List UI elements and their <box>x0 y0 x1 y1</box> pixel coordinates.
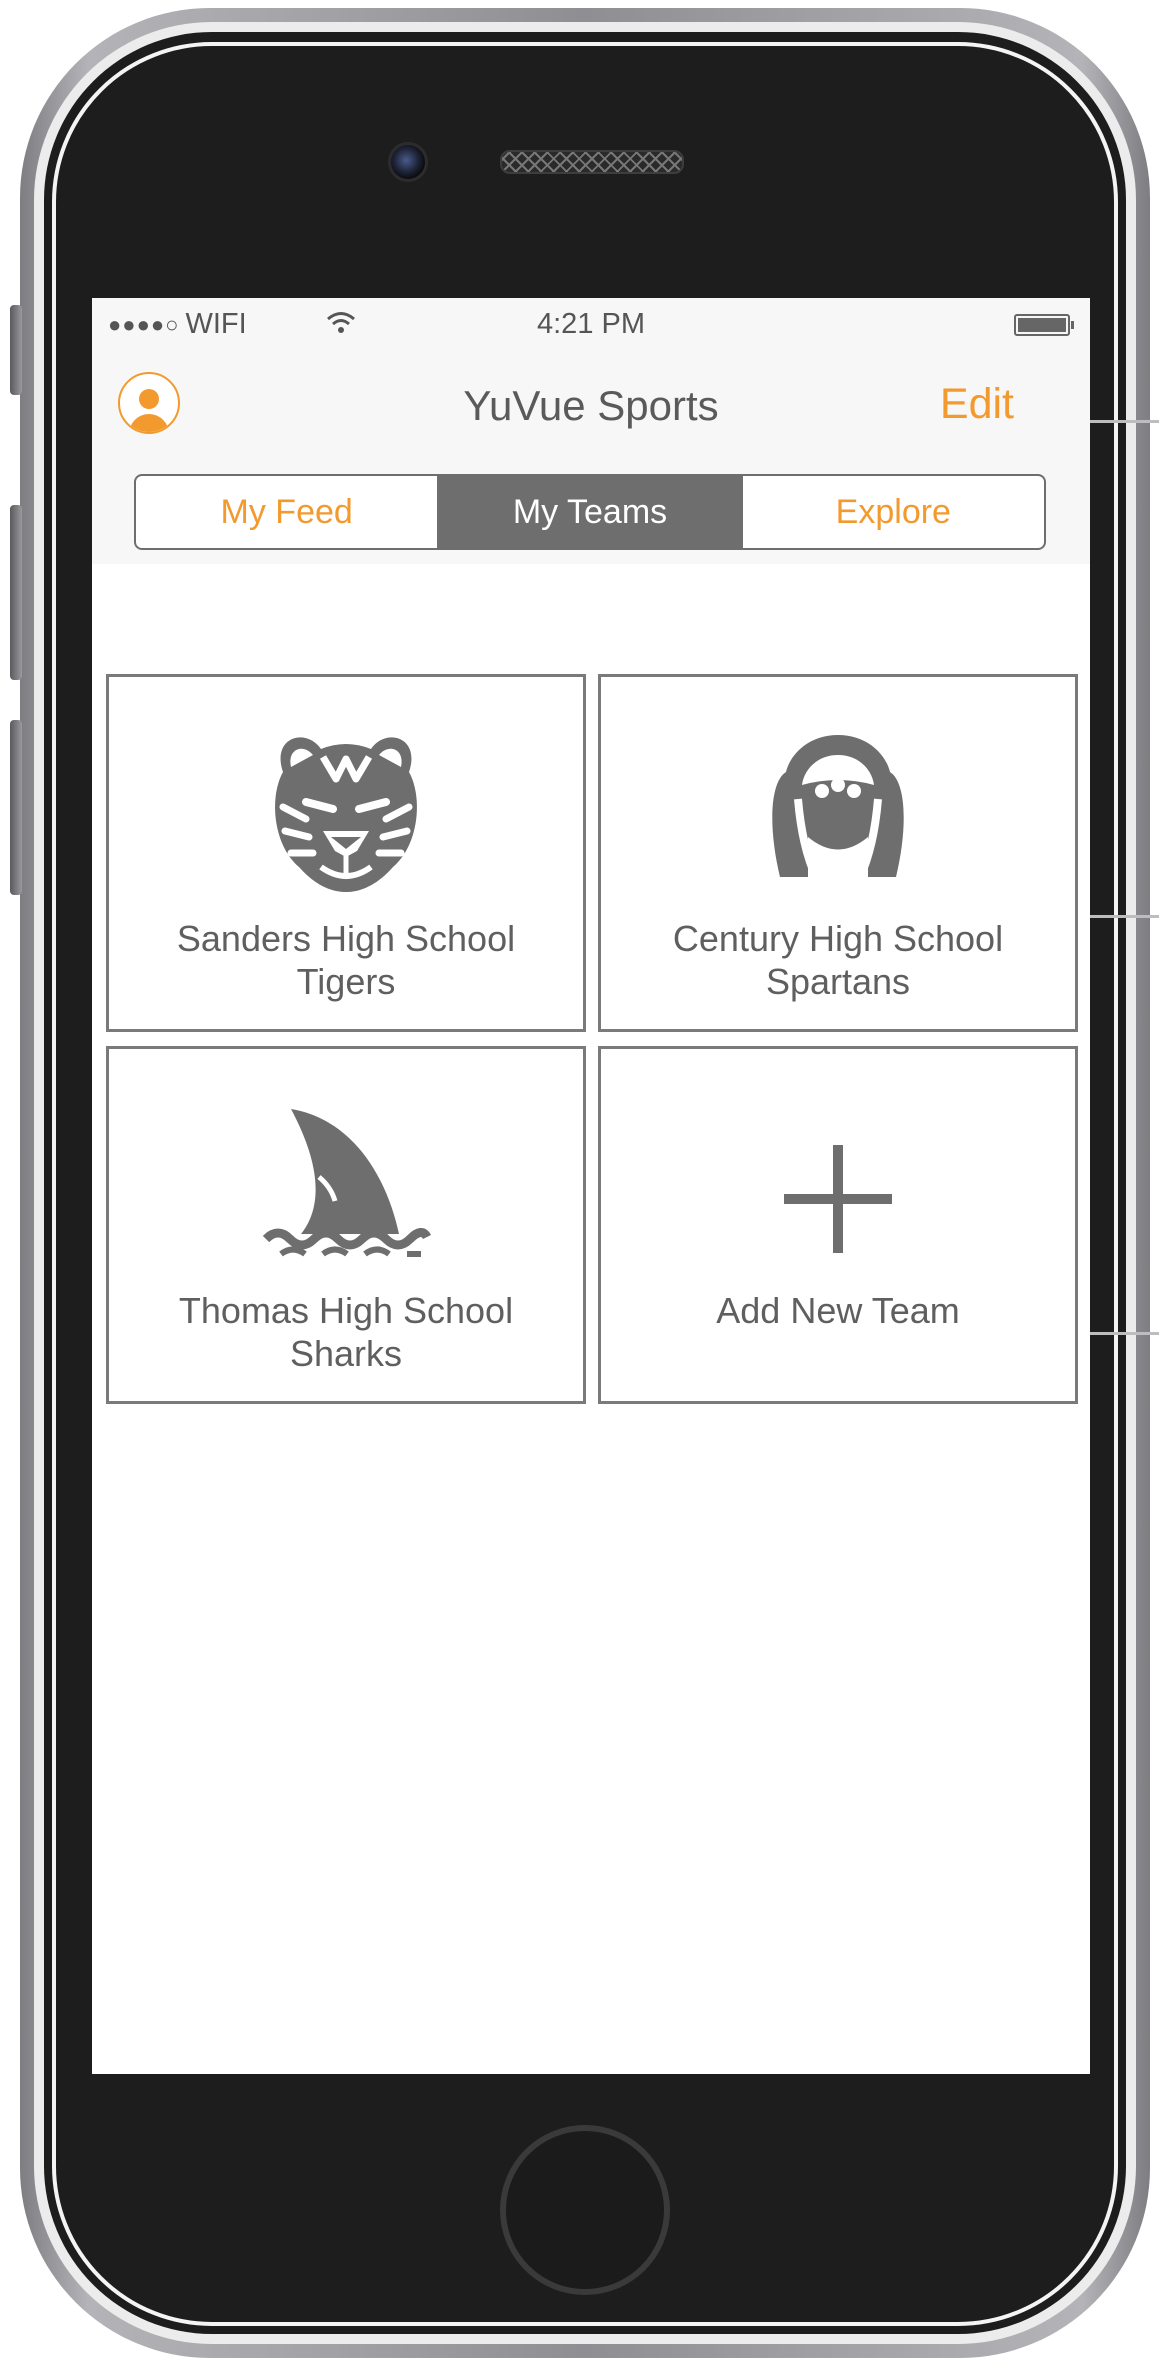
add-team-label: Add New Team <box>601 1289 1075 1332</box>
team-mascot: Tigers <box>296 961 396 1002</box>
shark-fin-icon <box>262 1109 431 1257</box>
earpiece-speaker <box>500 150 684 174</box>
segment-area: My Feed My Teams Explore <box>92 462 1090 564</box>
front-camera <box>388 142 428 182</box>
tab-explore[interactable]: Explore <box>740 476 1044 548</box>
status-bar: ●●●●○ WIFI 4:21 PM <box>92 298 1090 352</box>
tab-my-feed[interactable]: My Feed <box>136 476 437 548</box>
segmented-control: My Feed My Teams Explore <box>134 474 1046 550</box>
edit-button[interactable]: Edit <box>940 380 1014 429</box>
team-school: Thomas High School <box>178 1290 514 1331</box>
team-name: Century High School Spartans <box>601 917 1075 1003</box>
nav-bar: YuVue Sports Edit <box>92 352 1090 462</box>
team-card-spartans[interactable]: Century High School Spartans <box>598 674 1078 1032</box>
tiger-icon <box>275 737 417 892</box>
team-mascot: Spartans <box>765 961 911 1002</box>
battery-icon <box>1014 314 1074 336</box>
plus-icon <box>784 1145 892 1253</box>
volume-up-button <box>10 505 22 680</box>
add-new-team-button[interactable]: Add New Team <box>598 1046 1078 1404</box>
team-mascot: Sharks <box>289 1333 403 1374</box>
spartan-helmet-icon <box>772 735 904 879</box>
team-school: Century High School <box>672 918 1004 959</box>
team-name: Sanders High School Tigers <box>109 917 583 1003</box>
team-grid: Sanders High School Tigers Century High … <box>106 674 1078 1404</box>
team-school: Sanders High School <box>176 918 516 959</box>
app-screen: ●●●●○ WIFI 4:21 PM YuVue Sports Edit My … <box>92 298 1090 2074</box>
team-card-tigers[interactable]: Sanders High School Tigers <box>106 674 586 1032</box>
tab-my-teams[interactable]: My Teams <box>437 476 741 548</box>
volume-down-button <box>10 720 22 895</box>
home-button[interactable] <box>500 2125 670 2295</box>
status-time: 4:21 PM <box>537 308 645 340</box>
add-team-text: Add New Team <box>716 1290 960 1331</box>
team-name: Thomas High School Sharks <box>109 1289 583 1375</box>
mute-switch <box>10 305 22 395</box>
team-card-sharks[interactable]: Thomas High School Sharks <box>106 1046 586 1404</box>
